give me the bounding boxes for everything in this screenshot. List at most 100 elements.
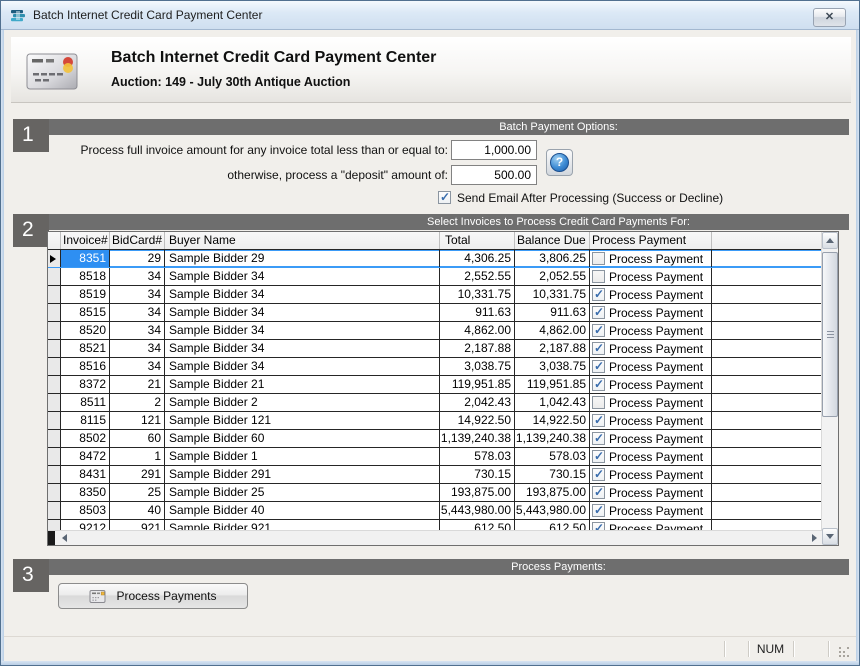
- invoice-cell[interactable]: 8516: [61, 358, 110, 375]
- total-cell[interactable]: 193,875.00: [440, 484, 515, 501]
- total-cell[interactable]: 10,331.75: [440, 286, 515, 303]
- table-row[interactable]: 850260Sample Bidder 601,139,240.381,139,…: [48, 430, 822, 448]
- full-amount-input[interactable]: [451, 140, 537, 160]
- bidcard-cell[interactable]: 34: [110, 322, 165, 339]
- process-payment-checkbox[interactable]: [592, 342, 605, 355]
- balance-due-cell[interactable]: 119,951.85: [515, 376, 590, 393]
- row-selector[interactable]: [48, 286, 61, 303]
- buyer-name-cell[interactable]: Sample Bidder 21: [165, 376, 440, 393]
- process-payment-checkbox[interactable]: [592, 504, 605, 517]
- invoice-cell[interactable]: 8503: [61, 502, 110, 519]
- bidcard-cell[interactable]: 21: [110, 376, 165, 393]
- bidcard-cell[interactable]: 34: [110, 268, 165, 285]
- total-cell[interactable]: 2,187.88: [440, 340, 515, 357]
- scroll-left-button[interactable]: [56, 531, 72, 545]
- bidcard-cell[interactable]: 29: [110, 250, 165, 267]
- process-payment-checkbox[interactable]: [592, 306, 605, 319]
- balance-due-cell[interactable]: 911.63: [515, 304, 590, 321]
- balance-due-cell[interactable]: 3,806.25: [515, 250, 590, 267]
- row-selector[interactable]: [48, 448, 61, 465]
- process-payment-checkbox[interactable]: [592, 378, 605, 391]
- invoice-cell[interactable]: 8372: [61, 376, 110, 393]
- total-cell[interactable]: 2,042.43: [440, 394, 515, 411]
- buyer-name-cell[interactable]: Sample Bidder 25: [165, 484, 440, 501]
- bidcard-cell[interactable]: 121: [110, 412, 165, 429]
- buyer-name-cell[interactable]: Sample Bidder 121: [165, 412, 440, 429]
- balance-due-cell[interactable]: 3,038.75: [515, 358, 590, 375]
- process-payment-checkbox[interactable]: [592, 270, 605, 283]
- process-payment-cell[interactable]: Process Payment: [590, 286, 712, 303]
- bidcard-cell[interactable]: 1: [110, 448, 165, 465]
- process-payment-cell[interactable]: Process Payment: [590, 340, 712, 357]
- table-row[interactable]: 851534Sample Bidder 34911.63911.63Proces…: [48, 304, 822, 322]
- scroll-up-button[interactable]: [822, 232, 838, 249]
- process-payment-checkbox[interactable]: [592, 288, 605, 301]
- balance-due-cell[interactable]: 2,052.55: [515, 268, 590, 285]
- row-selector[interactable]: [48, 466, 61, 483]
- row-selector[interactable]: [48, 268, 61, 285]
- deposit-amount-input[interactable]: [451, 165, 537, 185]
- help-button[interactable]: ?: [546, 149, 573, 176]
- scroll-down-button[interactable]: [822, 528, 838, 545]
- buyer-name-cell[interactable]: Sample Bidder 34: [165, 268, 440, 285]
- invoice-cell[interactable]: 8350: [61, 484, 110, 501]
- balance-due-cell[interactable]: 730.15: [515, 466, 590, 483]
- balance-due-cell[interactable]: 4,862.00: [515, 322, 590, 339]
- total-cell[interactable]: 4,306.25: [440, 250, 515, 267]
- balance-due-cell[interactable]: 1,139,240.38: [515, 430, 590, 447]
- buyer-name-cell[interactable]: Sample Bidder 2: [165, 394, 440, 411]
- table-row[interactable]: 837221Sample Bidder 21119,951.85119,951.…: [48, 376, 822, 394]
- invoice-cell[interactable]: 8521: [61, 340, 110, 357]
- balance-due-cell[interactable]: 1,042.43: [515, 394, 590, 411]
- balance-due-cell[interactable]: 5,443,980.00: [515, 502, 590, 519]
- process-payment-cell[interactable]: Process Payment: [590, 268, 712, 285]
- buyer-name-cell[interactable]: Sample Bidder 34: [165, 322, 440, 339]
- table-row[interactable]: 85112Sample Bidder 22,042.431,042.43Proc…: [48, 394, 822, 412]
- table-row[interactable]: 850340Sample Bidder 405,443,980.005,443,…: [48, 502, 822, 520]
- balance-due-cell[interactable]: 193,875.00: [515, 484, 590, 501]
- process-payment-checkbox[interactable]: [592, 468, 605, 481]
- table-row[interactable]: 851634Sample Bidder 343,038.753,038.75Pr…: [48, 358, 822, 376]
- vertical-scrollbar-thumb[interactable]: [822, 252, 838, 417]
- invoice-cell[interactable]: 8519: [61, 286, 110, 303]
- bidcard-cell[interactable]: 34: [110, 358, 165, 375]
- horizontal-scrollbar[interactable]: [48, 530, 822, 545]
- process-payment-checkbox[interactable]: [592, 414, 605, 427]
- buyer-name-cell[interactable]: Sample Bidder 60: [165, 430, 440, 447]
- process-payment-cell[interactable]: Process Payment: [590, 376, 712, 393]
- table-row[interactable]: 851834Sample Bidder 342,552.552,052.55Pr…: [48, 268, 822, 286]
- total-cell[interactable]: 4,862.00: [440, 322, 515, 339]
- table-row[interactable]: 852134Sample Bidder 342,187.882,187.88Pr…: [48, 340, 822, 358]
- table-row[interactable]: 8115121Sample Bidder 12114,922.5014,922.…: [48, 412, 822, 430]
- row-selector[interactable]: [48, 322, 61, 339]
- buyer-name-cell[interactable]: Sample Bidder 34: [165, 358, 440, 375]
- process-payment-cell[interactable]: Process Payment: [590, 322, 712, 339]
- row-selector[interactable]: [48, 376, 61, 393]
- close-button[interactable]: ✕: [813, 8, 846, 27]
- process-payment-cell[interactable]: Process Payment: [590, 394, 712, 411]
- process-payment-checkbox[interactable]: [592, 360, 605, 373]
- invoice-cell[interactable]: 8431: [61, 466, 110, 483]
- invoice-cell[interactable]: 8115: [61, 412, 110, 429]
- invoice-cell[interactable]: 8502: [61, 430, 110, 447]
- invoice-cell[interactable]: 8511: [61, 394, 110, 411]
- scroll-right-button[interactable]: [806, 531, 822, 545]
- buyer-name-cell[interactable]: Sample Bidder 1: [165, 448, 440, 465]
- row-selector[interactable]: [48, 304, 61, 321]
- buyer-name-cell[interactable]: Sample Bidder 40: [165, 502, 440, 519]
- bidcard-cell[interactable]: 291: [110, 466, 165, 483]
- invoice-cell[interactable]: 8472: [61, 448, 110, 465]
- row-selector[interactable]: [48, 412, 61, 429]
- process-payment-checkbox[interactable]: [592, 450, 605, 463]
- process-payment-cell[interactable]: Process Payment: [590, 430, 712, 447]
- bidcard-cell[interactable]: 34: [110, 286, 165, 303]
- row-selector[interactable]: [48, 250, 61, 267]
- total-cell[interactable]: 730.15: [440, 466, 515, 483]
- balance-due-cell[interactable]: 578.03: [515, 448, 590, 465]
- total-cell[interactable]: 14,922.50: [440, 412, 515, 429]
- table-row[interactable]: 835025Sample Bidder 25193,875.00193,875.…: [48, 484, 822, 502]
- buyer-name-cell[interactable]: Sample Bidder 291: [165, 466, 440, 483]
- balance-due-cell[interactable]: 10,331.75: [515, 286, 590, 303]
- process-payments-button[interactable]: Process Payments: [58, 583, 248, 609]
- table-row[interactable]: 84721Sample Bidder 1578.03578.03Process …: [48, 448, 822, 466]
